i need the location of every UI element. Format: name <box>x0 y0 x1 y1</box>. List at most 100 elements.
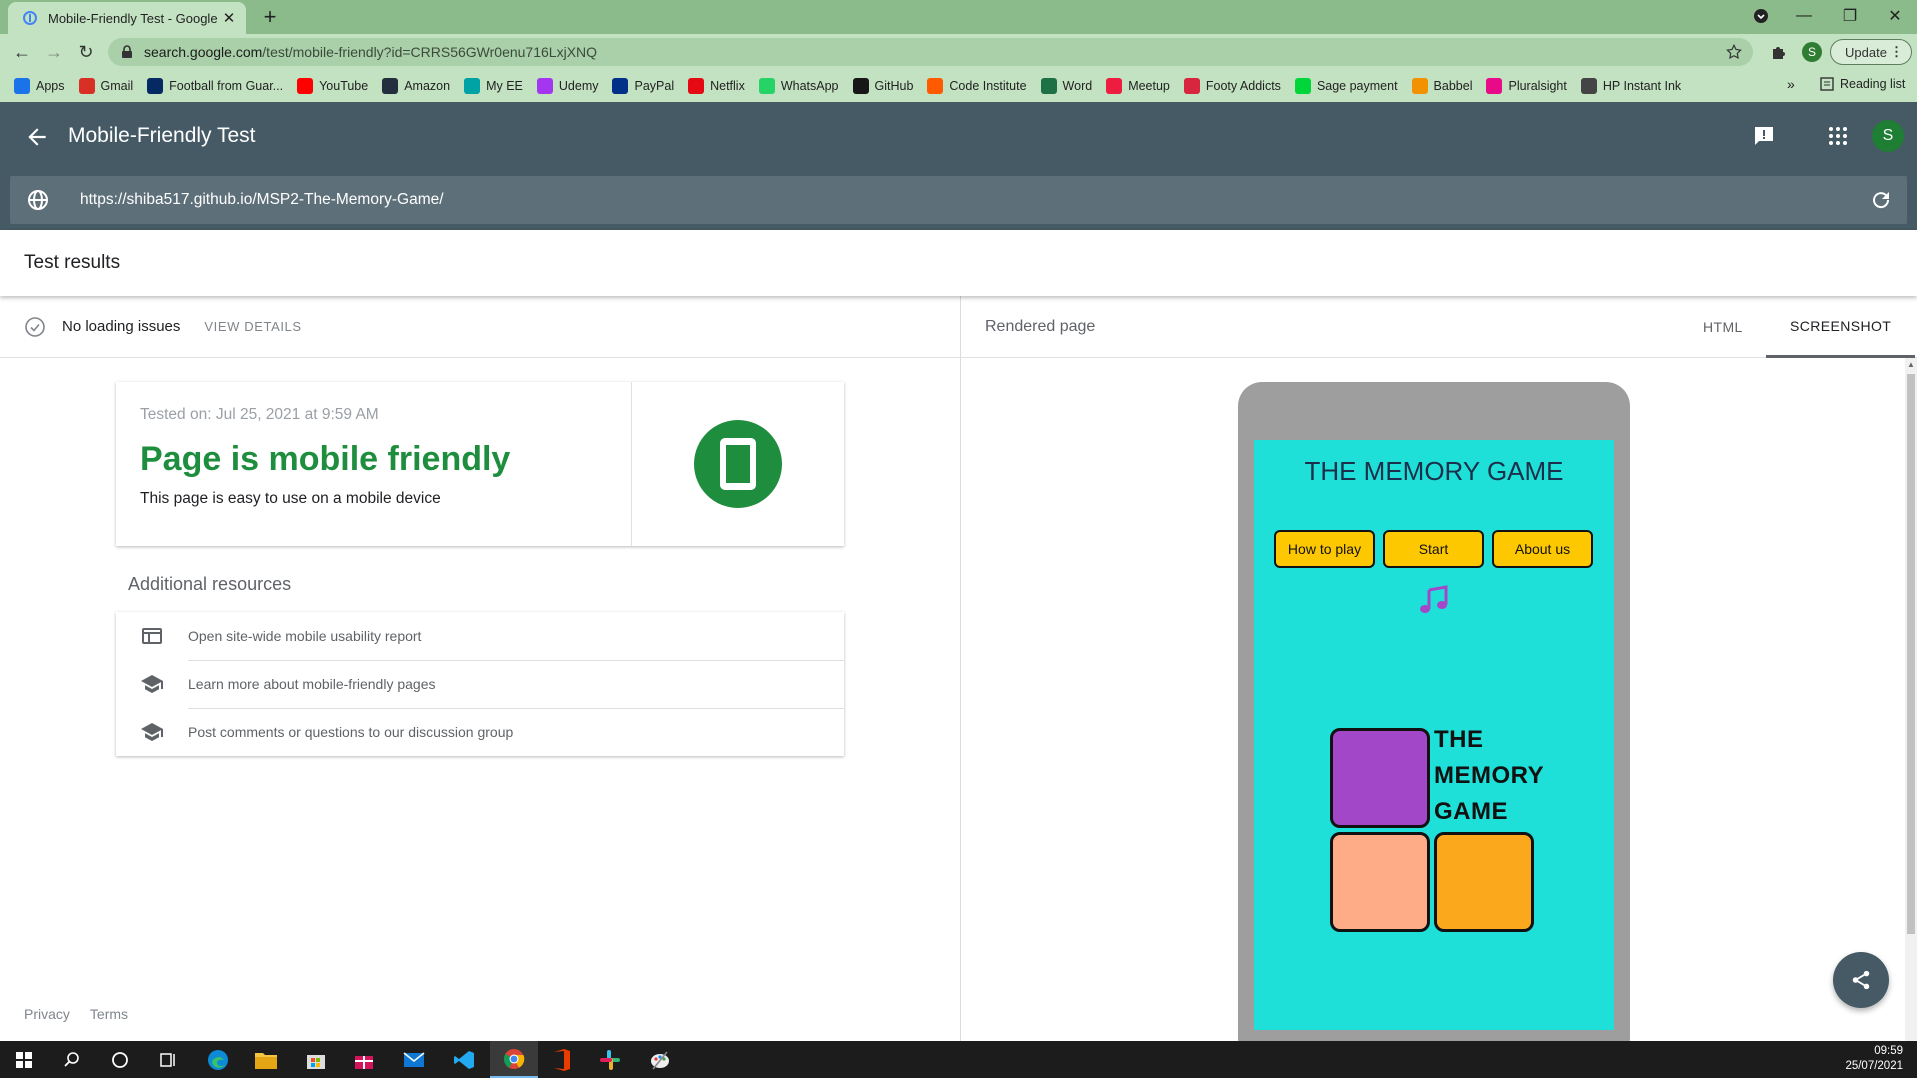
share-icon <box>1852 970 1870 990</box>
pluralsight-icon <box>1486 78 1503 94</box>
bookmark-item[interactable]: Babbel <box>1411 78 1472 94</box>
bookmark-item[interactable]: PayPal <box>612 78 674 94</box>
windows-taskbar: 09:59 25/07/2021 <box>0 1041 1917 1078</box>
paint-app-icon[interactable] <box>636 1041 684 1078</box>
results-title: Test results <box>24 252 121 273</box>
bookmark-item[interactable]: Netflix <box>688 78 745 94</box>
extensions-puzzle-icon[interactable] <box>1767 40 1791 64</box>
forward-button[interactable]: → <box>42 40 66 64</box>
bookmark-item[interactable]: Udemy <box>536 78 598 94</box>
resources-list: Open site-wide mobile usability report L… <box>116 612 844 756</box>
view-details-link[interactable]: VIEW DETAILS <box>204 319 301 334</box>
bookmark-item[interactable]: Gmail <box>78 78 133 94</box>
check-circle-icon <box>25 316 45 337</box>
search-icon[interactable] <box>48 1041 96 1078</box>
feedback-icon[interactable] <box>1750 122 1778 150</box>
rendered-page-header: Rendered page HTML SCREENSHOT <box>961 296 1917 358</box>
bookmark-item[interactable]: Football from Guar... <box>147 78 283 94</box>
task-view-icon[interactable] <box>144 1041 192 1078</box>
address-bar[interactable]: search.google.com/test/mobile-friendly?i… <box>108 38 1753 66</box>
back-arrow-icon[interactable] <box>24 124 50 150</box>
terms-link[interactable]: Terms <box>90 1006 128 1022</box>
tested-url: https://shiba517.github.io/MSP2-The-Memo… <box>80 191 444 208</box>
system-clock[interactable]: 09:59 25/07/2021 <box>1845 1044 1903 1074</box>
resource-usability-report[interactable]: Open site-wide mobile usability report <box>116 612 844 660</box>
bookmark-item[interactable]: Code Institute <box>927 78 1027 94</box>
mail-icon[interactable] <box>390 1041 438 1078</box>
bookmark-item[interactable]: Footy Addicts <box>1183 78 1281 94</box>
update-button[interactable]: Update ⋮ <box>1830 39 1912 65</box>
refresh-icon[interactable] <box>1869 188 1893 212</box>
new-tab-button[interactable]: + <box>258 6 282 30</box>
bookmark-label: GitHub <box>874 79 914 93</box>
resource-learn-more[interactable]: Learn more about mobile-friendly pages <box>116 660 844 708</box>
bookmark-item[interactable]: WhatsApp <box>758 78 839 94</box>
globe-icon <box>28 190 48 210</box>
bookmarks-bar: Apps Gmail Football from Guar... YouTube Ama… <box>0 70 1917 102</box>
google-apps-grid-icon[interactable] <box>1824 122 1852 150</box>
edge-browser-icon[interactable] <box>194 1041 242 1078</box>
report-icon <box>142 628 162 644</box>
office-icon[interactable] <box>538 1041 586 1078</box>
profile-button[interactable]: S <box>1800 40 1824 64</box>
close-tab-icon[interactable]: ✕ <box>220 9 238 27</box>
restore-button[interactable]: ❐ <box>1827 0 1873 32</box>
scroll-up-arrow-icon[interactable]: ▲ <box>1907 360 1915 369</box>
bookmark-item[interactable]: YouTube <box>297 78 368 94</box>
close-window-button[interactable]: ✕ <box>1872 0 1917 32</box>
reload-button[interactable]: ↻ <box>74 40 98 64</box>
file-explorer-icon[interactable] <box>242 1041 290 1078</box>
bookmark-item[interactable]: My EE <box>464 78 523 94</box>
scrollbar-thumb[interactable] <box>1907 374 1915 934</box>
gift-app-icon[interactable] <box>340 1041 388 1078</box>
tab-search-icon[interactable] <box>1738 0 1784 32</box>
browser-tab[interactable]: Mobile-Friendly Test - Google Se ✕ <box>8 2 246 34</box>
windows-start-icon[interactable] <box>0 1041 48 1078</box>
bookmark-item[interactable]: Meetup <box>1106 78 1170 94</box>
scrollbar[interactable]: ▲ <box>1905 358 1917 1041</box>
bookmark-item[interactable]: GitHub <box>852 78 914 94</box>
bookmark-item[interactable]: Word <box>1040 78 1092 94</box>
results-pane: No loading issues VIEW DETAILS Tested on… <box>0 296 960 1041</box>
bookmark-item[interactable]: HP Instant Ink <box>1580 78 1681 94</box>
slack-icon[interactable] <box>586 1041 634 1078</box>
tab-screenshot[interactable]: SCREENSHOT <box>1766 296 1916 358</box>
address-url: search.google.com/test/mobile-friendly?i… <box>144 44 598 60</box>
privacy-link[interactable]: Privacy <box>24 1006 70 1022</box>
browser-toolbar: ← → ↻ search.google.com/test/mobile-frie… <box>0 34 1917 70</box>
tested-url-bar[interactable]: https://shiba517.github.io/MSP2-The-Memo… <box>10 176 1907 224</box>
cortana-icon[interactable] <box>96 1041 144 1078</box>
resource-discussion-group[interactable]: Post comments or questions to our discus… <box>116 708 844 756</box>
logo-line: GAME <box>1434 798 1508 825</box>
game-logo-text: THE MEMORY GAME <box>1434 722 1544 830</box>
word-icon <box>1040 78 1057 94</box>
back-button[interactable]: ← <box>10 40 34 64</box>
microsoft-store-icon[interactable] <box>292 1041 340 1078</box>
sage-icon <box>1294 78 1311 94</box>
share-button[interactable] <box>1833 952 1889 1008</box>
minimize-button[interactable]: — <box>1781 0 1827 32</box>
bookmark-item[interactable]: Pluralsight <box>1486 78 1567 94</box>
bookmark-label: PayPal <box>634 79 675 93</box>
bookmark-item[interactable]: Apps <box>14 78 65 94</box>
game-title: THE MEMORY GAME <box>1304 456 1564 486</box>
tab-html[interactable]: HTML <box>1693 296 1753 358</box>
logo-tile-peach <box>1330 832 1430 932</box>
clock-time: 09:59 <box>1874 1045 1903 1057</box>
start-button: Start <box>1383 530 1484 568</box>
reading-list-button[interactable]: Reading list <box>1820 77 1905 91</box>
loading-status: No loading issues <box>62 318 181 335</box>
school-icon <box>141 723 163 741</box>
udemy-icon <box>536 78 553 94</box>
bookmark-star-icon[interactable] <box>1725 43 1743 61</box>
more-bookmarks-icon[interactable]: » <box>1787 76 1795 92</box>
vscode-icon[interactable] <box>440 1041 488 1078</box>
lock-icon <box>122 45 132 58</box>
logo-line: MEMORY <box>1434 762 1545 789</box>
bookmark-item[interactable]: Amazon <box>382 78 450 94</box>
resource-label: Post comments or questions to our discus… <box>188 724 514 740</box>
bookmark-item[interactable]: Sage payment <box>1294 78 1398 94</box>
account-avatar[interactable]: S <box>1872 120 1904 152</box>
chrome-icon[interactable] <box>490 1041 538 1078</box>
loading-status-row: No loading issues VIEW DETAILS <box>0 296 960 358</box>
